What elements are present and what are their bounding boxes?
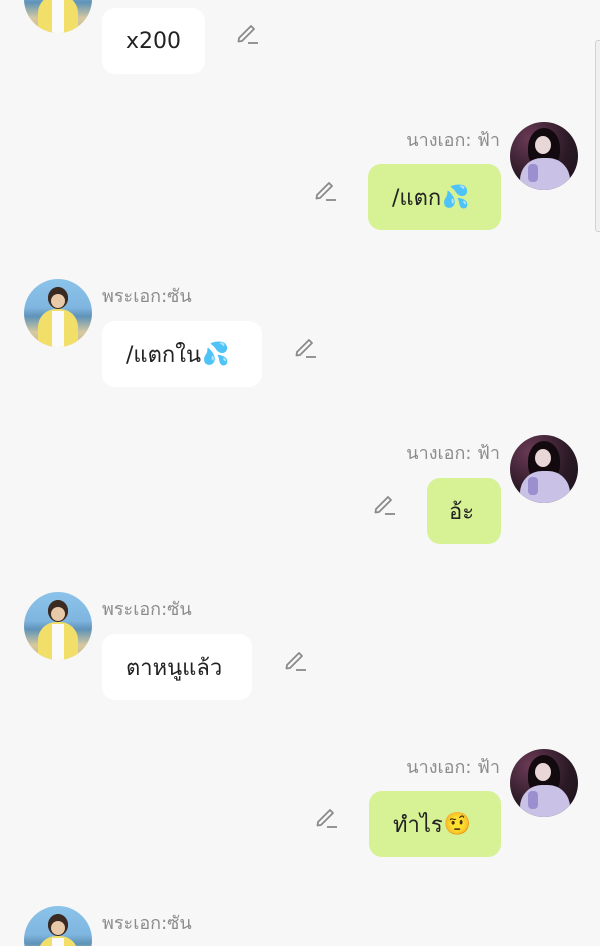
- sender-name: พระเอก:ซัน: [102, 599, 192, 620]
- message-bubble[interactable]: x200: [102, 8, 206, 74]
- avatar[interactable]: [510, 122, 578, 190]
- avatar[interactable]: [24, 279, 92, 347]
- message-text: อ้ะ: [449, 499, 475, 525]
- message-row: พระเอก:ซัน /แตกใน 💦: [0, 277, 600, 397]
- edit-icon[interactable]: [234, 19, 260, 45]
- message-text: x200: [126, 28, 182, 54]
- message-bubble[interactable]: /แตกใน 💦: [102, 321, 262, 387]
- message-bubble[interactable]: ตาหนูแล้ว: [102, 634, 252, 700]
- emoji: 💦: [442, 184, 470, 210]
- edit-icon[interactable]: [312, 176, 338, 202]
- message-bubble[interactable]: ทำไร 🤨: [369, 791, 501, 857]
- message-text: /แตกใน: [126, 342, 201, 368]
- sender-name: พระเอก:ซัน: [102, 286, 192, 307]
- edit-icon[interactable]: [371, 490, 397, 516]
- avatar[interactable]: [24, 592, 92, 660]
- emoji: 💦: [201, 341, 230, 367]
- sender-name: พระเอก:ซัน: [102, 913, 192, 934]
- scrollbar[interactable]: [595, 40, 600, 232]
- avatar[interactable]: [24, 906, 92, 946]
- message-row: พระเอก:ซัน ตาหนูแล้ว: [0, 590, 600, 710]
- edit-icon[interactable]: [313, 803, 339, 829]
- message-row: x200: [0, 0, 600, 90]
- message-text: ทำไร: [393, 812, 443, 838]
- avatar[interactable]: [510, 435, 578, 503]
- sender-name: นางเอก: ฟ้า: [406, 443, 500, 464]
- message-bubble[interactable]: /แตก 💦: [368, 164, 501, 230]
- edit-icon[interactable]: [282, 646, 308, 672]
- message-bubble[interactable]: อ้ะ: [427, 478, 501, 544]
- avatar[interactable]: [24, 0, 92, 33]
- avatar[interactable]: [510, 749, 578, 817]
- message-text: /แตก: [392, 185, 442, 211]
- message-row: นางเอก: ฟ้า ทำไร 🤨: [0, 747, 600, 867]
- message-text: ตาหนูแล้ว: [126, 655, 223, 681]
- message-row: พระเอก:ซัน: [0, 904, 600, 946]
- emoji: 🤨: [443, 811, 472, 837]
- message-row: นางเอก: ฟ้า อ้ะ: [0, 433, 600, 553]
- message-row: นางเอก: ฟ้า /แตก 💦: [0, 120, 600, 240]
- sender-name: นางเอก: ฟ้า: [406, 130, 500, 151]
- sender-name: นางเอก: ฟ้า: [406, 757, 500, 778]
- edit-icon[interactable]: [292, 333, 318, 359]
